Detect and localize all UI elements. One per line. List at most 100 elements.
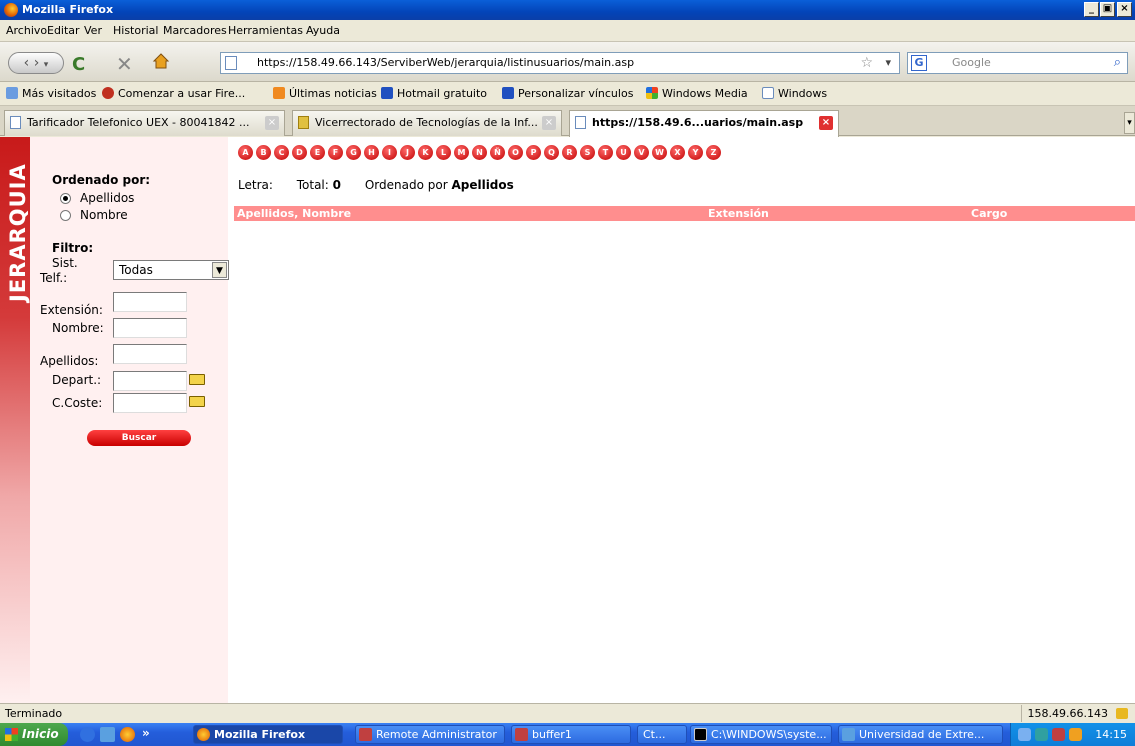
bookmark-windows[interactable]: Windows: [762, 87, 827, 100]
letter-p[interactable]: P: [526, 145, 541, 160]
letter-q[interactable]: Q: [544, 145, 559, 160]
bookmark-windows-media[interactable]: Windows Media: [646, 87, 748, 100]
menu-historial[interactable]: Historial: [113, 24, 158, 37]
letter-i[interactable]: I: [382, 145, 397, 160]
stop-icon[interactable]: ✕: [116, 52, 133, 76]
taskbar-item-ct[interactable]: Ct...: [637, 725, 687, 744]
letter-o[interactable]: O: [508, 145, 523, 160]
back-arrow-icon[interactable]: ‹: [24, 55, 30, 71]
tab-vicerrectorado[interactable]: Vicerrectorado de Tecnologías de la Inf.…: [292, 110, 562, 136]
menu-editar[interactable]: Editar: [47, 24, 80, 37]
depart-field[interactable]: [113, 371, 187, 391]
bookmark-hotmail[interactable]: Hotmail gratuito: [381, 87, 487, 100]
letter-b[interactable]: B: [256, 145, 271, 160]
back-forward-button[interactable]: ‹ › ▾: [8, 52, 64, 74]
letter-e[interactable]: E: [310, 145, 325, 160]
rss-icon: [273, 87, 285, 99]
sist-telf-select[interactable]: Todas ▼: [113, 260, 229, 280]
start-button[interactable]: Inicio: [0, 723, 68, 746]
radio-apellidos[interactable]: [60, 193, 71, 204]
letter-h[interactable]: H: [364, 145, 379, 160]
column-apellidos-nombre[interactable]: Apellidos, Nombre: [237, 206, 351, 221]
menu-herramientas[interactable]: Herramientas: [228, 24, 303, 37]
tab-main-asp[interactable]: https://158.49.6...uarios/main.asp ×: [569, 110, 839, 137]
letter-g[interactable]: G: [346, 145, 361, 160]
letter-d[interactable]: D: [292, 145, 307, 160]
letter-v[interactable]: V: [634, 145, 649, 160]
messenger-icon[interactable]: [1069, 728, 1082, 741]
apellidos-field[interactable]: [113, 344, 187, 364]
menu-archivo[interactable]: Archivo: [6, 24, 47, 37]
menu-ver[interactable]: Ver: [84, 24, 102, 37]
windows-taskbar: Inicio » Mozilla Firefox Remote Administ…: [0, 723, 1135, 746]
url-bar[interactable]: https://158.49.66.143/ServiberWeb/jerarq…: [220, 52, 900, 74]
letter-t[interactable]: T: [598, 145, 613, 160]
filter-heading: Filtro:: [52, 241, 94, 255]
letter-y[interactable]: Y: [688, 145, 703, 160]
order-heading: Ordenado por:: [52, 173, 151, 187]
column-extension[interactable]: Extensión: [708, 206, 769, 221]
buscar-button[interactable]: Buscar: [87, 430, 191, 446]
menu-marcadores[interactable]: Marcadores: [163, 24, 227, 37]
folder-icon[interactable]: [189, 396, 205, 407]
desktop-quicklaunch-icon[interactable]: [100, 727, 115, 742]
radio-nombre[interactable]: [60, 210, 71, 221]
depart-label: Depart.:: [52, 373, 102, 387]
forward-arrow-icon[interactable]: ›: [34, 55, 40, 71]
google-engine-icon[interactable]: G: [911, 55, 927, 71]
menu-ayuda[interactable]: Ayuda: [306, 24, 340, 37]
taskbar-item-remote-admin[interactable]: Remote Administrator: [355, 725, 505, 744]
letter-u[interactable]: U: [616, 145, 631, 160]
taskbar-item-ie[interactable]: Universidad de Extre...: [838, 725, 1003, 744]
tab-close-icon[interactable]: ×: [542, 116, 556, 130]
minimize-button[interactable]: _: [1084, 2, 1099, 17]
extension-field[interactable]: [113, 292, 187, 312]
tab-list-button[interactable]: ▾: [1124, 112, 1135, 134]
chevron-down-icon[interactable]: ▼: [212, 262, 227, 278]
bookmark-comenzar[interactable]: Comenzar a usar Fire...: [102, 87, 245, 100]
letter-f[interactable]: F: [328, 145, 343, 160]
ie-quicklaunch-icon[interactable]: [80, 727, 95, 742]
taskbar-item-firefox[interactable]: Mozilla Firefox: [193, 725, 343, 744]
security-icon[interactable]: [1052, 728, 1065, 741]
column-cargo[interactable]: Cargo: [971, 206, 1007, 221]
reload-icon[interactable]: C: [72, 54, 85, 75]
tab-close-icon[interactable]: ×: [819, 116, 833, 130]
taskbar-item-buffer1[interactable]: buffer1: [511, 725, 631, 744]
ccoste-field[interactable]: [113, 393, 187, 413]
letter-enie[interactable]: Ñ: [490, 145, 505, 160]
bookmark-ultimas-noticias[interactable]: Últimas noticias: [273, 87, 377, 100]
taskbar-item-cmd[interactable]: C:\WINDOWS\syste...: [690, 725, 832, 744]
network-icon[interactable]: [1018, 728, 1031, 741]
nombre-field[interactable]: [113, 318, 187, 338]
letter-a[interactable]: A: [238, 145, 253, 160]
quicklaunch-more[interactable]: »: [142, 726, 150, 740]
firefox-quicklaunch-icon[interactable]: [120, 727, 135, 742]
letter-z[interactable]: Z: [706, 145, 721, 160]
folder-icon[interactable]: [189, 374, 205, 385]
home-icon[interactable]: [152, 52, 170, 70]
letter-s[interactable]: S: [580, 145, 595, 160]
letter-l[interactable]: L: [436, 145, 451, 160]
letter-k[interactable]: K: [418, 145, 433, 160]
letter-n[interactable]: N: [472, 145, 487, 160]
bookmark-personalizar[interactable]: Personalizar vínculos: [502, 87, 633, 100]
search-box[interactable]: G Google ⌕: [907, 52, 1128, 74]
tab-close-icon[interactable]: ×: [265, 116, 279, 130]
letter-m[interactable]: M: [454, 145, 469, 160]
bookmark-mas-visitados[interactable]: Más visitados: [6, 87, 96, 100]
url-dropdown-icon[interactable]: ▾: [885, 53, 891, 73]
letter-r[interactable]: R: [562, 145, 577, 160]
history-dropdown-icon[interactable]: ▾: [44, 60, 49, 70]
bookmark-star-icon[interactable]: ☆: [860, 53, 873, 73]
letter-j[interactable]: J: [400, 145, 415, 160]
letter-c[interactable]: C: [274, 145, 289, 160]
tab-tarificador[interactable]: Tarificador Telefonico UEX - 80041842 ..…: [4, 110, 285, 136]
letter-w[interactable]: W: [652, 145, 667, 160]
letter-x[interactable]: X: [670, 145, 685, 160]
maximize-button[interactable]: ▣: [1100, 2, 1115, 17]
tray-app-icon[interactable]: [1035, 728, 1048, 741]
search-icon[interactable]: ⌕: [1114, 53, 1121, 73]
close-button[interactable]: ×: [1117, 2, 1132, 17]
padlock-icon[interactable]: [1116, 708, 1128, 719]
